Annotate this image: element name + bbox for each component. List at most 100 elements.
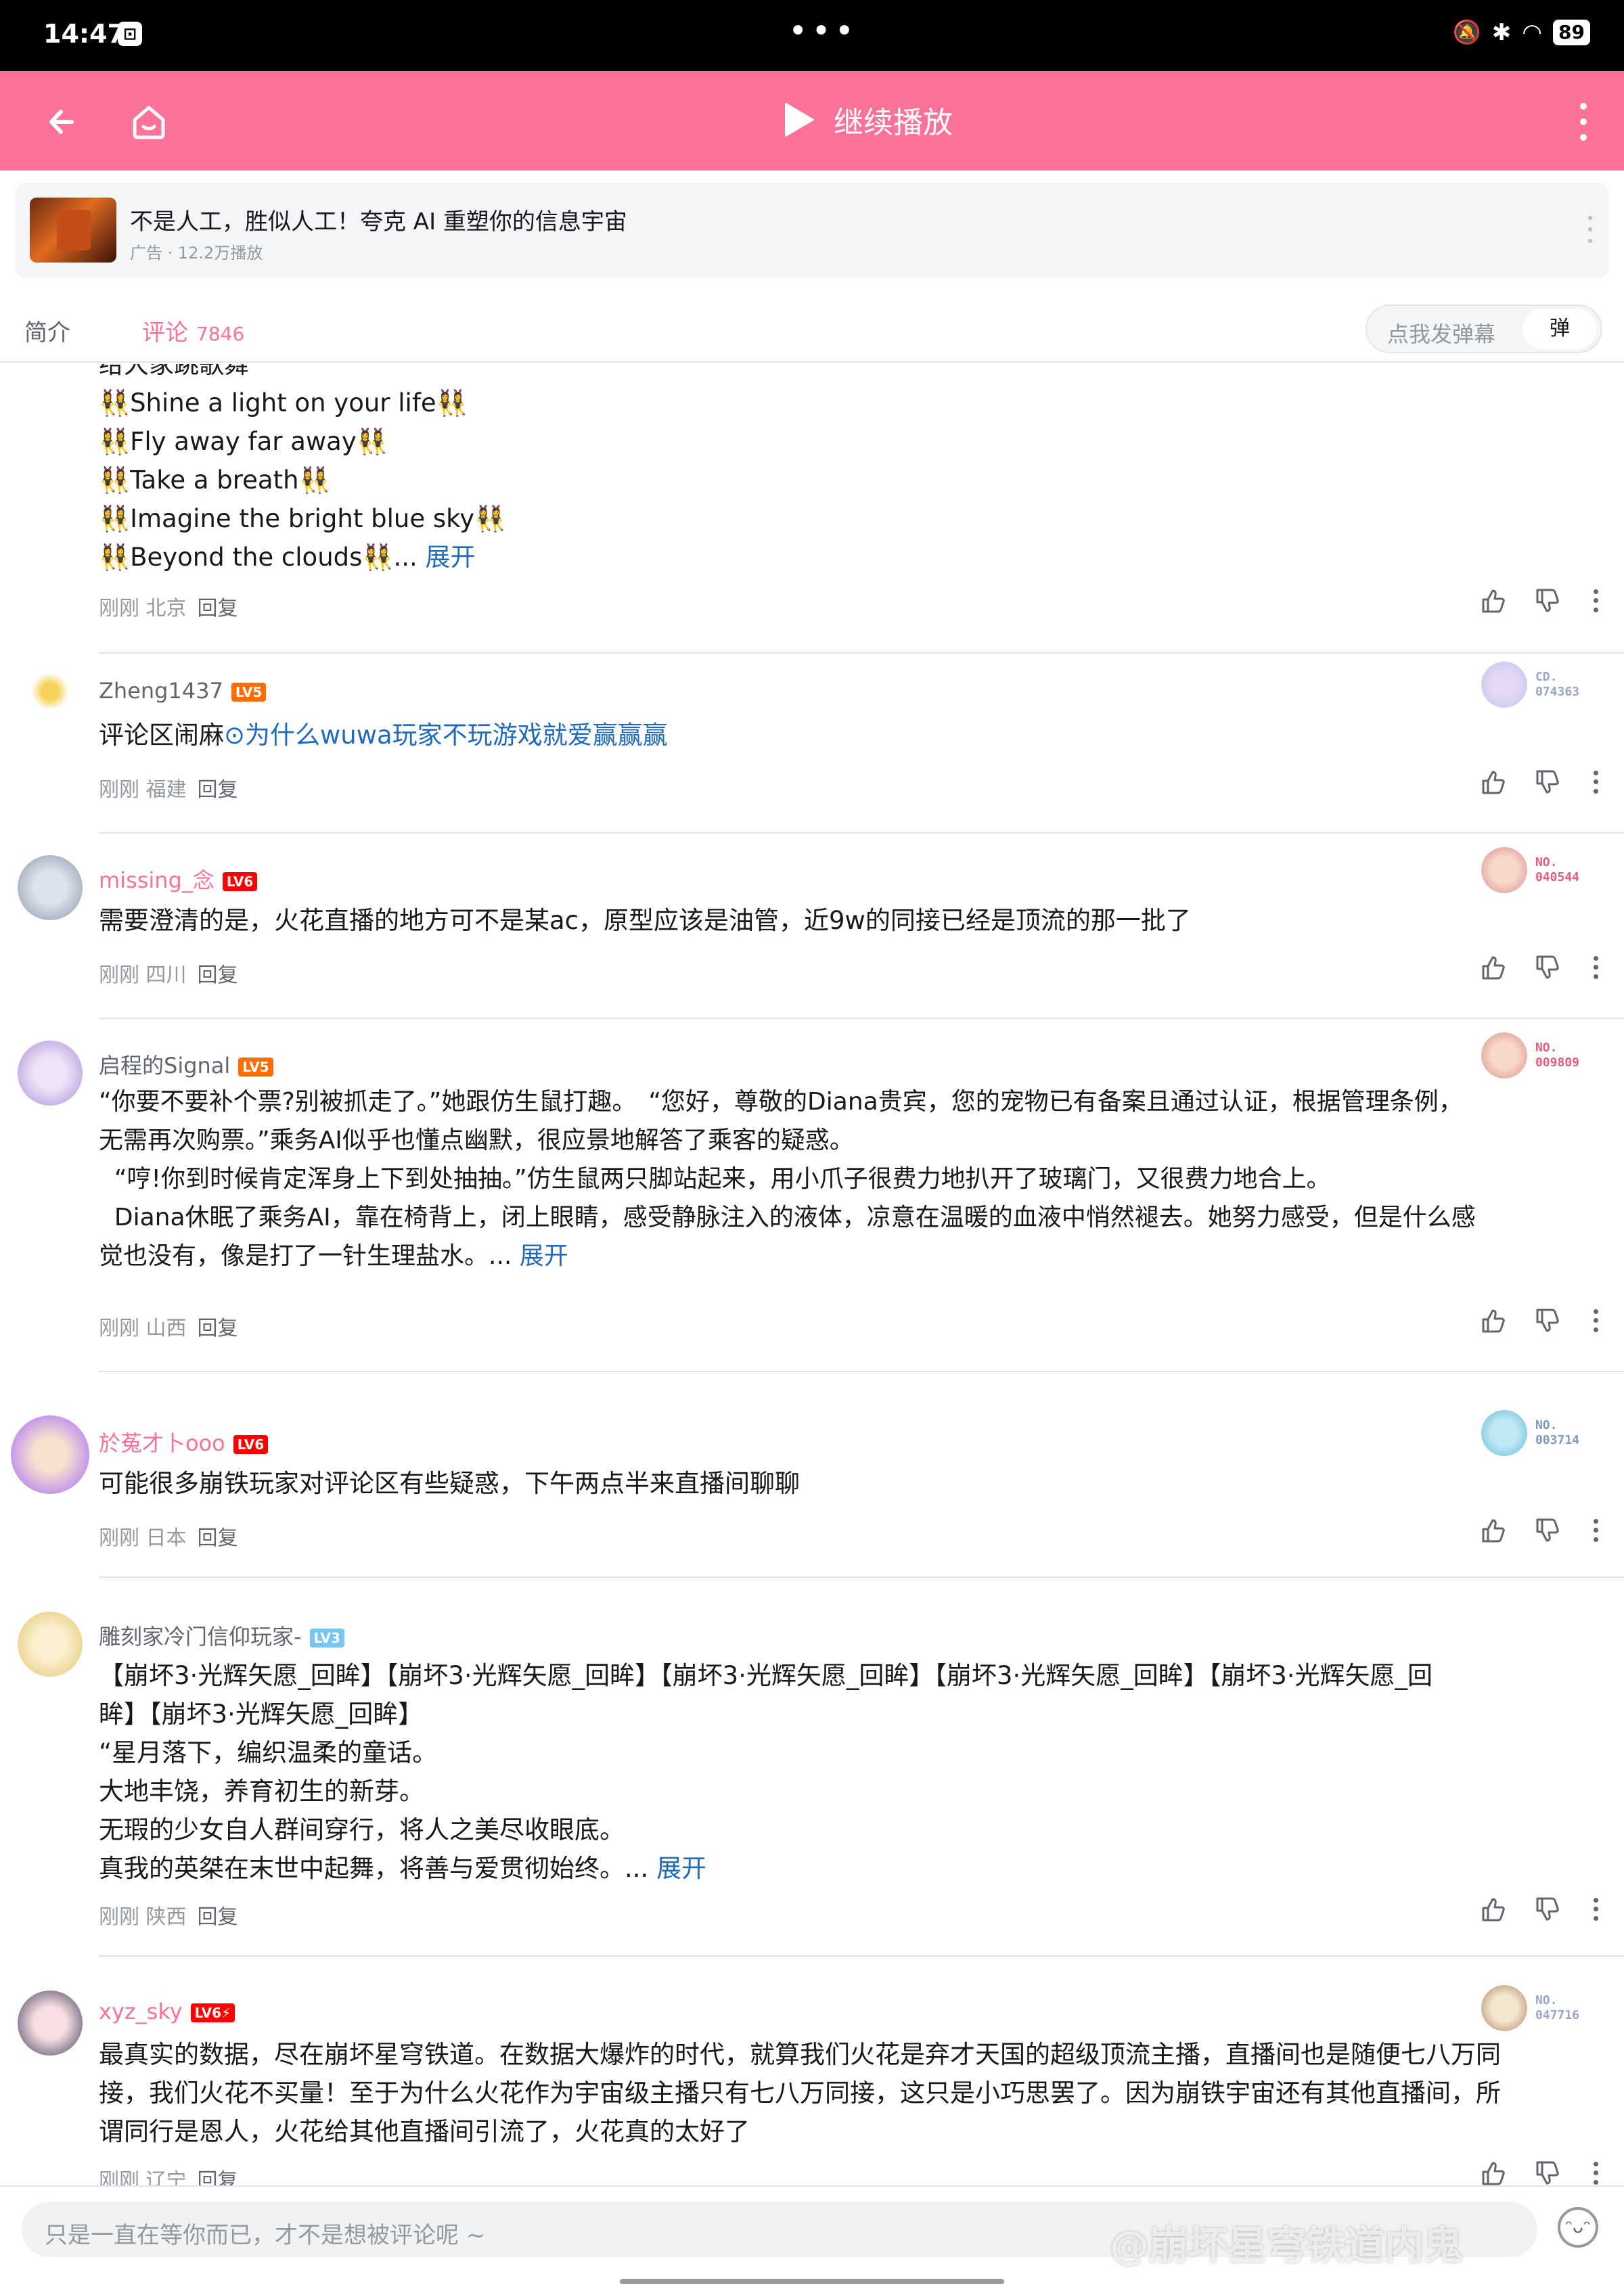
comment-meta: 刚刚 陕西 回复 [99, 1900, 238, 1930]
comment-line: “哼!你到时候肯定浑身上下到处抽抽。”仿生鼠两只脚站起来，用小爪子很费力地扒开了… [99, 1165, 1331, 1193]
like-icon[interactable] [1479, 2160, 1506, 2185]
comment-meta: 刚刚 福建 回复 [99, 773, 238, 802]
comment-line: 👯‍♀️Fly away far away👯‍♀️ [99, 427, 388, 456]
back-arrow-icon[interactable] [39, 98, 87, 145]
fan-badge: NO. 040544 [1481, 847, 1579, 893]
fan-badge: NO. 003714 [1481, 1410, 1579, 1456]
reply-button[interactable]: 回复 [198, 2169, 238, 2185]
like-icon[interactable] [1479, 954, 1506, 987]
comment-line: 👯‍♀️Take a breath👯‍♀️ [99, 465, 330, 495]
danmaku-placeholder: 点我发弹幕 [1387, 321, 1496, 347]
watermark: @崩坏星穹铁道内鬼 [1110, 2223, 1464, 2269]
reply-button[interactable]: 回复 [198, 1905, 238, 1929]
continue-play-button[interactable]: 继续播放 [785, 98, 953, 141]
expand-link[interactable]: 展开 [426, 543, 476, 572]
reply-button[interactable]: 回复 [198, 778, 238, 802]
status-icons: 🔕 ✱ ◠ 89 [1453, 19, 1590, 46]
reply-button[interactable]: 回复 [198, 963, 238, 987]
comment-location: 辽宁 [145, 2169, 187, 2185]
comment-divider [99, 652, 1624, 654]
more-vertical-icon[interactable] [1570, 98, 1597, 145]
dislike-icon[interactable] [1533, 1896, 1560, 1929]
fan-badge-number: NO. 040544 [1535, 855, 1579, 884]
avatar[interactable] [18, 1612, 83, 1677]
comment-username[interactable]: xyz_sky LV6⚡ [99, 1999, 235, 2024]
ad-meta: 广告 · 12.2万播放 [130, 244, 263, 263]
ad-title: 不是人工，胜似人工！夸克 AI 重塑你的信息宇宙 [130, 208, 627, 235]
like-icon[interactable] [1479, 587, 1506, 620]
comment-username[interactable]: 於菟才卜ooo LV6 [99, 1426, 269, 1457]
comment-line: 谓同行是恩人，火花给其他直播间引流了，火花真的太好了 [99, 2117, 750, 2146]
app-root: 14:47 ⊡ ••• 🔕 ✱ ◠ 89 继续播放 不是人工，胜似人工！夸克 A… [0, 0, 1624, 2295]
username-text: 启程的Signal [99, 1053, 231, 1078]
reply-button[interactable]: 回复 [198, 1526, 238, 1550]
danmaku-input[interactable]: 点我发弹幕 弹 [1366, 304, 1602, 353]
comment-text: 评论区闹麻 [99, 721, 224, 750]
play-icon [785, 102, 815, 137]
comment-body: 评论区闹麻⊙为什么wuwa玩家不玩游戏就爱赢赢赢 [99, 716, 1587, 754]
tab-comments[interactable]: 评论 7846 [142, 314, 244, 347]
comment-body: 最真实的数据，尽在崩坏星穹铁道。在数据大爆炸的时代，就算我们火花是弃才天国的超级… [99, 2035, 1587, 2151]
like-icon[interactable] [1479, 1896, 1506, 1929]
dislike-icon[interactable] [1533, 954, 1560, 987]
comment-meta: 刚刚 四川 回复 [99, 958, 238, 988]
comment-more-icon[interactable] [1587, 2160, 1604, 2185]
comment-time: 刚刚 [99, 2169, 139, 2185]
dislike-icon[interactable] [1533, 2160, 1560, 2185]
comment-line: “你要不要补个票?别被抓走了。”她跟仿生鼠打趣。 “您好，尊敬的Diana贵宾，… [99, 1088, 1463, 1116]
comment-more-icon[interactable] [1587, 1896, 1604, 1923]
comment-more-icon[interactable] [1587, 1307, 1604, 1334]
emoji-icon[interactable]: ᵔᴗᵔ [1558, 2207, 1598, 2248]
expand-link[interactable]: 展开 [520, 1242, 568, 1270]
comment-line: 👯‍♀️Shine a light on your life👯‍♀️ [99, 388, 468, 417]
avatar[interactable] [18, 855, 83, 920]
comment-line: 最真实的数据，尽在崩坏星穹铁道。在数据大爆炸的时代，就算我们火花是弃才天国的超级… [99, 2040, 1501, 2069]
danmaku-toggle-button[interactable]: 弹 [1522, 309, 1597, 349]
level-badge: LV5 [238, 1058, 273, 1076]
comment-more-icon[interactable] [1587, 1517, 1604, 1544]
dislike-icon[interactable] [1533, 587, 1560, 620]
reply-button[interactable]: 回复 [198, 1317, 238, 1340]
comment-line: 【崩坏3·光辉矢愿_回眸】【崩坏3·光辉矢愿_回眸】【崩坏3·光辉矢愿_回眸】【… [99, 1661, 1433, 1690]
comment-username[interactable]: 启程的Signal LV5 [99, 1049, 273, 1080]
comment-time: 刚刚 [99, 1905, 139, 1929]
avatar[interactable] [11, 1415, 89, 1494]
comment-username[interactable]: 雕刻家冷门信仰玩家- LV3 [99, 1620, 344, 1651]
status-bar: 14:47 ⊡ ••• 🔕 ✱ ◠ 89 [0, 0, 1624, 71]
comment-more-icon[interactable] [1587, 769, 1604, 796]
ad-banner[interactable]: 不是人工，胜似人工！夸克 AI 重塑你的信息宇宙 广告 · 12.2万播放 [15, 183, 1609, 277]
avatar[interactable] [31, 673, 69, 710]
avatar[interactable] [18, 1991, 83, 2055]
home-indicator[interactable] [620, 2279, 1004, 2284]
ad-more-icon[interactable] [1583, 212, 1597, 246]
avatar[interactable] [18, 1041, 83, 1106]
comment-meta: 刚刚 辽宁 回复 [99, 2164, 238, 2185]
fan-badge-number: NO. 003714 [1535, 1418, 1579, 1447]
home-icon[interactable] [125, 98, 173, 145]
comment-time: 刚刚 [99, 1526, 139, 1550]
fan-badge: NO. 047716 [1481, 1985, 1579, 2031]
dislike-icon[interactable] [1533, 1307, 1560, 1340]
comment-more-icon[interactable] [1587, 587, 1604, 614]
dislike-icon[interactable] [1533, 1517, 1560, 1550]
like-icon[interactable] [1479, 769, 1506, 802]
comment-list[interactable]: 给大家跳歌舞 👯‍♀️Shine a light on your life👯‍♀… [0, 364, 1624, 2185]
like-icon[interactable] [1479, 1517, 1506, 1550]
video-link[interactable]: ⊙为什么wuwa玩家不玩游戏就爱赢赢赢 [224, 721, 668, 750]
reply-button[interactable]: 回复 [198, 597, 238, 620]
fan-badge-avatar [1481, 662, 1527, 708]
comment-more-icon[interactable] [1587, 954, 1604, 981]
level-badge: LV6⚡ [190, 2003, 235, 2022]
fan-badge-number: CD. 074363 [1535, 670, 1579, 699]
comment-divider [99, 832, 1624, 834]
expand-link[interactable]: 展开 [656, 1854, 706, 1883]
tab-intro[interactable]: 简介 [24, 314, 70, 347]
like-icon[interactable] [1479, 1307, 1506, 1340]
status-dots: ••• [788, 12, 858, 50]
comment-location: 四川 [145, 963, 187, 987]
tab-bar: 简介 评论 7846 点我发弹幕 弹 [0, 292, 1624, 363]
comment-username[interactable]: Zheng1437 LV5 [99, 678, 267, 704]
dislike-icon[interactable] [1533, 769, 1560, 802]
comment-username[interactable]: missing_念 LV6 [99, 863, 258, 894]
comment-meta: 刚刚 山西 回复 [99, 1311, 238, 1341]
